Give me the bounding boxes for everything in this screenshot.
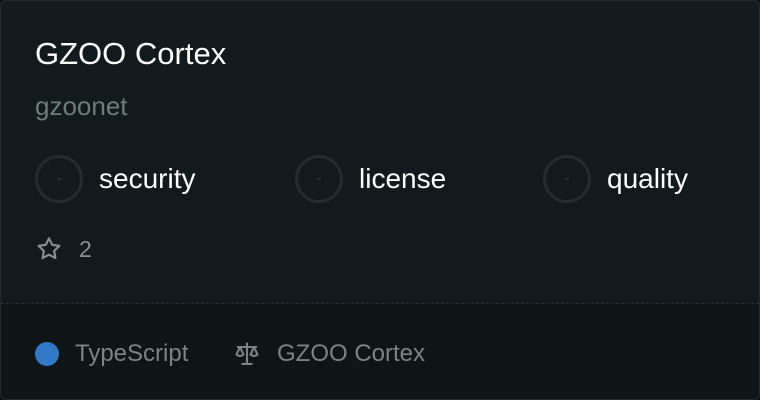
quality-score-indicator: - bbox=[543, 155, 591, 203]
language: TypeScript bbox=[35, 340, 188, 368]
license-info: GZOO Cortex bbox=[233, 340, 425, 368]
quality-score: - quality bbox=[543, 155, 688, 203]
security-score-label: security bbox=[99, 163, 196, 194]
card-footer: TypeScript GZOO Cortex bbox=[1, 303, 759, 399]
star-count-group: 2 bbox=[35, 235, 92, 263]
repo-owner-link[interactable]: gzoonet bbox=[35, 89, 128, 123]
scale-icon bbox=[235, 342, 259, 365]
security-score-indicator: - bbox=[35, 155, 83, 203]
card-main: GZOO Cortex gzoonet - security - license… bbox=[1, 1, 759, 303]
security-score: - security bbox=[35, 155, 195, 203]
star-count: 2 bbox=[79, 236, 92, 262]
repo-card[interactable]: GZOO Cortex gzoonet - security - license… bbox=[0, 0, 760, 400]
language-color-dot bbox=[35, 342, 59, 366]
license-score-label: license bbox=[359, 163, 447, 194]
license-score-indicator: - bbox=[295, 155, 343, 203]
repo-title[interactable]: GZOO Cortex bbox=[35, 35, 226, 73]
star-icon bbox=[37, 237, 61, 260]
quality-score-label: quality bbox=[607, 163, 688, 194]
license-name: GZOO Cortex bbox=[277, 340, 426, 367]
language-name: TypeScript bbox=[75, 340, 189, 367]
license-score: - license bbox=[295, 155, 446, 203]
